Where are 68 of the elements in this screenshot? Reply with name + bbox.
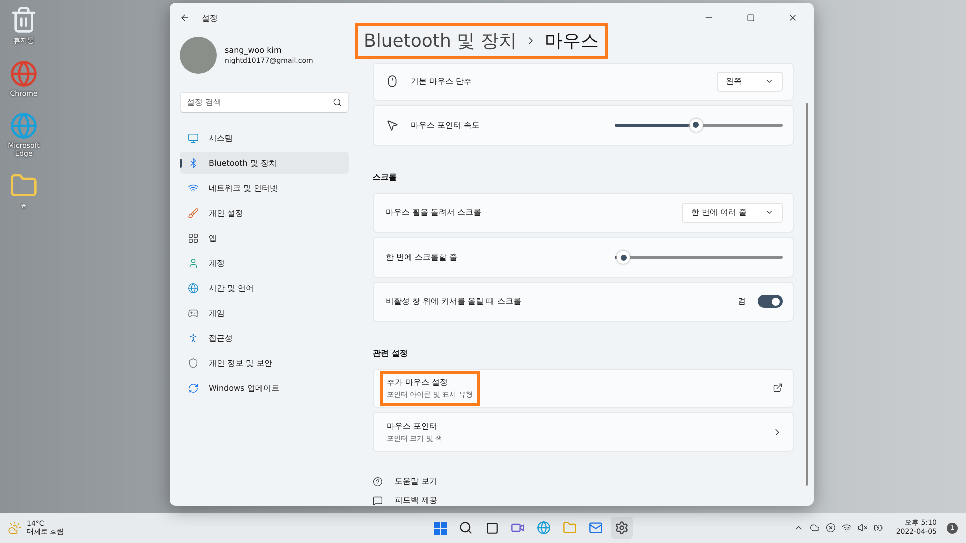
windows-logo-icon [434,522,447,534]
setting-label: 추가 마우스 설정 [387,376,450,388]
setting-label: 기본 마우스 단추 [411,76,472,88]
mute-icon [858,523,868,533]
mouse-icon [386,75,399,88]
setting-label: 한 번에 스크롤할 줄 [386,252,458,263]
close-icon [788,13,798,23]
slider-thumb[interactable] [617,251,630,264]
accessibility-icon [188,332,199,344]
refresh-icon [188,382,199,394]
browser-icon [537,521,552,535]
section-heading: 스크롤 [373,172,398,183]
dropdown[interactable]: 왼쪽 [717,72,783,92]
pointer-icon [386,118,399,132]
back-icon [180,13,190,23]
gamepad-icon [188,308,199,318]
mail-icon [589,521,604,535]
external-link-icon [773,383,783,394]
nav-item[interactable]: 계정 [180,252,349,274]
nav-item[interactable]: Bluetooth 및 장치 [180,152,349,174]
help-icon [373,476,383,487]
nav-item[interactable]: 앱 [180,227,349,249]
brush-icon [188,208,199,218]
nav-item[interactable]: Windows 업데이트 [180,377,349,399]
profile-name: sang_woo kim [225,46,283,55]
slider-thumb[interactable] [690,118,703,132]
search-icon [333,98,342,107]
setting-label: 마우스 휠을 돌려서 스크롤 [386,207,482,218]
setting-label: 비활성 창 위에 커서를 올릴 때 스크롤 [386,296,522,308]
feedback-icon [373,496,383,506]
weather-icon [8,521,22,535]
maximize-icon [747,14,755,22]
cloud-icon [810,523,820,533]
app-grid-icon [188,232,199,244]
nav-item[interactable]: 개인 정보 및 보안 [180,352,349,374]
toggle-state: 켬 [738,296,746,308]
wifi-icon [842,523,852,533]
monitor-icon [188,132,199,144]
help-link[interactable]: 피드백 제공 [373,495,794,506]
setting-label: 마우스 포인터 [387,420,439,432]
bluetooth-icon [188,158,199,168]
recycle-bin-icon [10,6,38,34]
taskbar-button[interactable] [611,517,634,539]
search-icon [459,521,474,535]
close-circle-icon [826,523,836,533]
dropdown[interactable]: 한 번에 여러 줄 [682,202,783,223]
globe-icon [188,282,199,294]
help-link[interactable]: 도움말 보기 [373,476,794,488]
nav-item[interactable]: 접근성 [180,327,349,349]
folder-icon [563,521,578,535]
section-heading: 관련 설정 [373,348,409,359]
page-title: 마우스 [544,30,599,53]
battery-icon [874,523,884,533]
nav-item[interactable]: 게임 [180,302,349,324]
setting-label: 마우스 포인터 속도 [411,120,480,131]
wifi-icon [188,182,199,194]
nav-item[interactable]: 시간 및 언어 [180,277,349,299]
avatar [180,37,217,74]
nav-item[interactable]: 개인 설정 [180,202,349,224]
user-icon [188,258,199,268]
breadcrumb-parent[interactable]: Bluetooth 및 장치 [364,29,517,53]
nav-item[interactable]: 시스템 [180,127,349,149]
gear-icon [615,521,630,535]
toggle-switch[interactable] [758,295,783,308]
window-title: 설정 [202,12,218,24]
nav-item[interactable]: 네트워크 및 인터넷 [180,177,349,199]
search-field[interactable]: 설정 검색 [180,92,349,113]
shield-icon [188,358,199,368]
